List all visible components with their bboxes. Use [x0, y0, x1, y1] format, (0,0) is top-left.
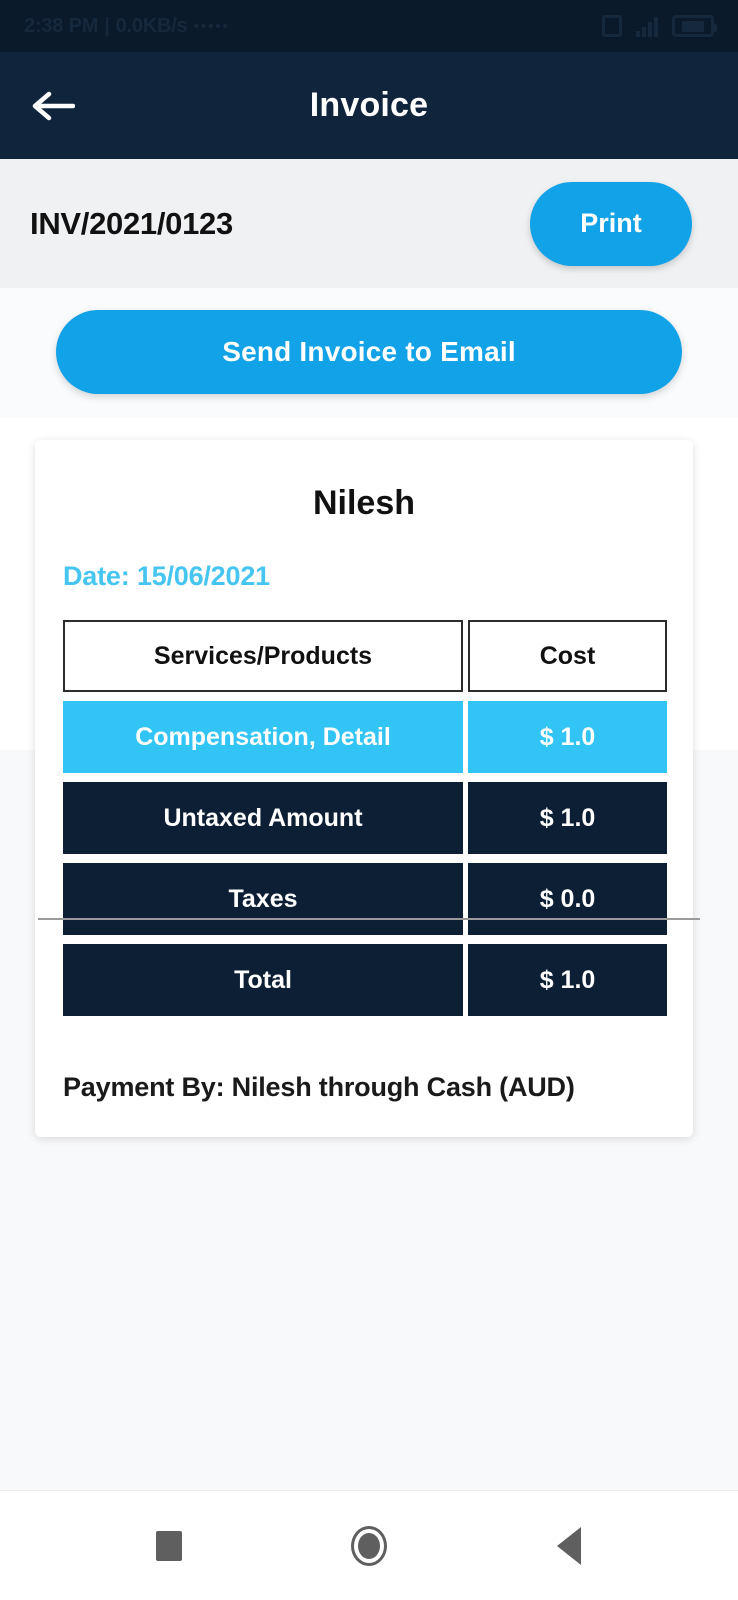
phone-screen: 2:38 PM | 0.0KB/s ••••• Invoice INV/2021…: [0, 0, 738, 1600]
signal-bars-icon: [636, 15, 658, 37]
table-row: Taxes $ 0.0: [63, 863, 667, 935]
invoice-date: Date: 15/06/2021: [63, 561, 270, 591]
status-dots: •••••: [193, 17, 230, 35]
row-service-label: Taxes: [63, 863, 463, 935]
table-row: Untaxed Amount $ 1.0: [63, 782, 667, 854]
app-bar: Invoice: [0, 52, 738, 159]
nav-back-button[interactable]: [534, 1511, 604, 1581]
status-network-speed: 0.0KB/s: [115, 14, 188, 37]
home-circle-icon: [351, 1525, 387, 1566]
print-button[interactable]: Print: [530, 181, 692, 266]
payment-method-line: Payment By: Nilesh through Cash (AUD): [63, 1072, 575, 1102]
sd-card-icon: [602, 15, 622, 37]
status-separator: |: [104, 14, 110, 37]
column-header-services: Services/Products: [63, 620, 463, 692]
row-service-label: Total: [63, 944, 463, 1016]
nav-recents-button[interactable]: [134, 1511, 204, 1581]
row-cost-value: $ 0.0: [468, 863, 667, 935]
invoice-number-bar: INV/2021/0123 Print: [0, 159, 738, 288]
status-bar-left: 2:38 PM | 0.0KB/s •••••: [24, 15, 230, 38]
back-triangle-icon: [557, 1526, 581, 1565]
row-cost-value: $ 1.0: [468, 944, 667, 1016]
customer-name: Nilesh: [312, 484, 416, 522]
invoice-table: Services/Products Cost Compensation, Det…: [63, 620, 667, 1016]
section-divider: [38, 918, 700, 920]
status-bar-right: [602, 15, 717, 37]
send-invoice-button[interactable]: Send Invoice to Email: [56, 310, 682, 394]
row-service-label: Untaxed Amount: [63, 782, 463, 854]
row-cost-value: $ 1.0: [468, 782, 667, 854]
content-area: Nilesh Date: 15/06/2021 Services/Product…: [0, 418, 738, 1490]
back-button[interactable]: [22, 75, 84, 137]
status-bar: 2:38 PM | 0.0KB/s •••••: [0, 0, 738, 52]
invoice-card: Nilesh Date: 15/06/2021 Services/Product…: [35, 440, 693, 1137]
battery-icon: [672, 15, 717, 37]
table-row: Compensation, Detail $ 1.0: [63, 701, 667, 773]
send-invoice-container: Send Invoice to Email: [0, 288, 738, 418]
android-nav-bar: [0, 1490, 738, 1600]
row-service-label: Compensation, Detail: [63, 701, 463, 773]
status-time: 2:38 PM: [24, 14, 99, 37]
table-header-row: Services/Products Cost: [63, 620, 667, 692]
back-arrow-icon: [32, 91, 75, 120]
table-row: Total $ 1.0: [63, 944, 667, 1016]
recents-square-icon: [156, 1530, 182, 1561]
nav-home-button[interactable]: [334, 1511, 404, 1581]
row-cost-value: $ 1.0: [468, 701, 667, 773]
page-title: Invoice: [309, 86, 429, 124]
invoice-number: INV/2021/0123: [30, 205, 233, 241]
column-header-cost: Cost: [468, 620, 667, 692]
